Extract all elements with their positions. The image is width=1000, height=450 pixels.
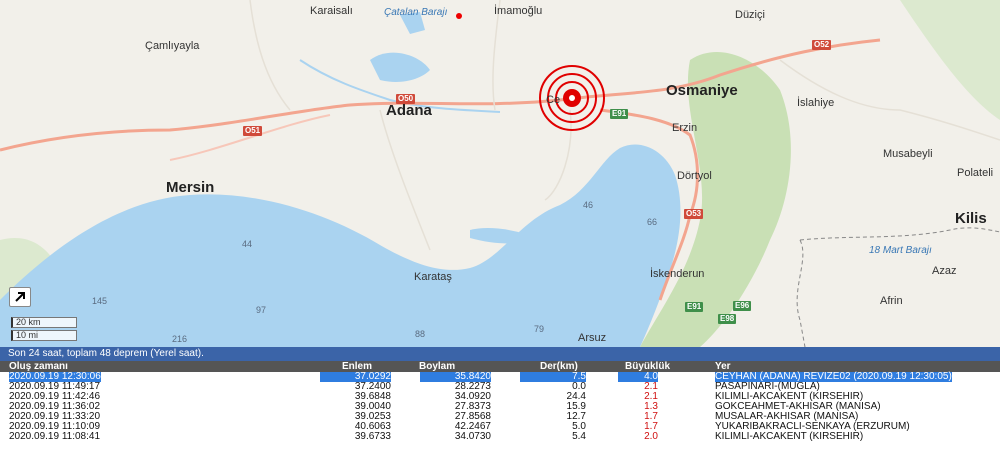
city-label-polateli: Polateli	[957, 167, 994, 179]
depth-label: 66	[647, 217, 658, 227]
depth-label: 79	[534, 324, 545, 334]
earthquake-map[interactable]: Adana Osmaniye Mersin Kilis Karaisalı İm…	[0, 0, 1000, 347]
road-shield: O52	[812, 40, 832, 50]
city-label-kilis: Kilis	[955, 210, 987, 227]
road-shield: E96	[733, 301, 752, 311]
depth-label: 88	[415, 329, 426, 339]
map-base-layer	[0, 0, 1000, 347]
city-label-musabeyli: Musabeyli	[883, 148, 933, 160]
cell-place: KILIMLI-AKCAKENT (KIRSEHIR)	[715, 431, 864, 442]
city-label-dortyol: Dörtyol	[677, 170, 712, 182]
arrow-diagonal-icon	[15, 292, 25, 302]
table-row[interactable]: 2020.09.19 12:30:06 37.0292 35.8420 7.5 …	[0, 372, 1000, 382]
road-shield: O53	[684, 209, 704, 219]
scale-mi: 10 mi	[11, 330, 77, 341]
city-label-arsuz: Arsuz	[578, 332, 607, 344]
dam-label-18-mart: 18 Mart Barajı	[869, 245, 932, 256]
city-label-camliyayla: Çamlıyayla	[145, 40, 200, 52]
city-label-azaz: Azaz	[932, 265, 957, 277]
table-row[interactable]: 2020.09.19 11:08:41 39.6733 34.0730 5.4 …	[0, 432, 1000, 442]
road-shield: E91	[610, 109, 629, 119]
expand-map-button[interactable]	[9, 287, 31, 307]
cell-depth: 5.4	[572, 431, 586, 442]
depth-label: 216	[172, 334, 188, 344]
city-label-imamoglu: İmamoğlu	[494, 5, 543, 17]
road-shield: O51	[243, 126, 263, 136]
city-label-karatas: Karataş	[414, 271, 452, 283]
dam-marker-dot	[456, 13, 462, 19]
city-label-osmaniye: Osmaniye	[666, 82, 738, 99]
earthquake-table: Oluş zamanı Enlem Boylam Der(km) Büyüklü…	[0, 361, 1000, 450]
city-label-erzin: Erzin	[672, 122, 698, 134]
map-scale: 20 km 10 mi	[5, 315, 77, 345]
road-shield: O50	[396, 94, 416, 104]
scale-km: 20 km	[11, 317, 77, 328]
depth-label: 97	[256, 305, 267, 315]
depth-label: 44	[242, 239, 253, 249]
city-label-karaisali: Karaisalı	[310, 5, 353, 17]
depth-label: 145	[92, 296, 108, 306]
cell-latitude: 39.6733	[354, 431, 391, 442]
cell-time: 2020.09.19 11:08:41	[9, 431, 101, 442]
city-label-islahiye: İslahiye	[797, 97, 835, 109]
city-label-iskenderun: İskenderun	[650, 268, 705, 280]
city-label-adana: Adana	[386, 102, 432, 119]
status-bar: Son 24 saat, toplam 48 deprem (Yerel saa…	[0, 347, 1000, 361]
road-shield: E98	[718, 314, 737, 324]
city-label-duzici: Düziçi	[735, 9, 765, 21]
city-label-afrin: Afrin	[880, 295, 903, 307]
depth-label: 46	[583, 200, 594, 210]
cell-magnitude: 2.0	[644, 431, 658, 442]
road-shield: E91	[685, 302, 704, 312]
cell-longitude: 34.0730	[454, 431, 491, 442]
dam-label-catalan: Çatalan Barajı	[384, 7, 448, 18]
city-label-ceyhan: Ce	[546, 94, 561, 106]
city-label-mersin: Mersin	[166, 179, 215, 196]
